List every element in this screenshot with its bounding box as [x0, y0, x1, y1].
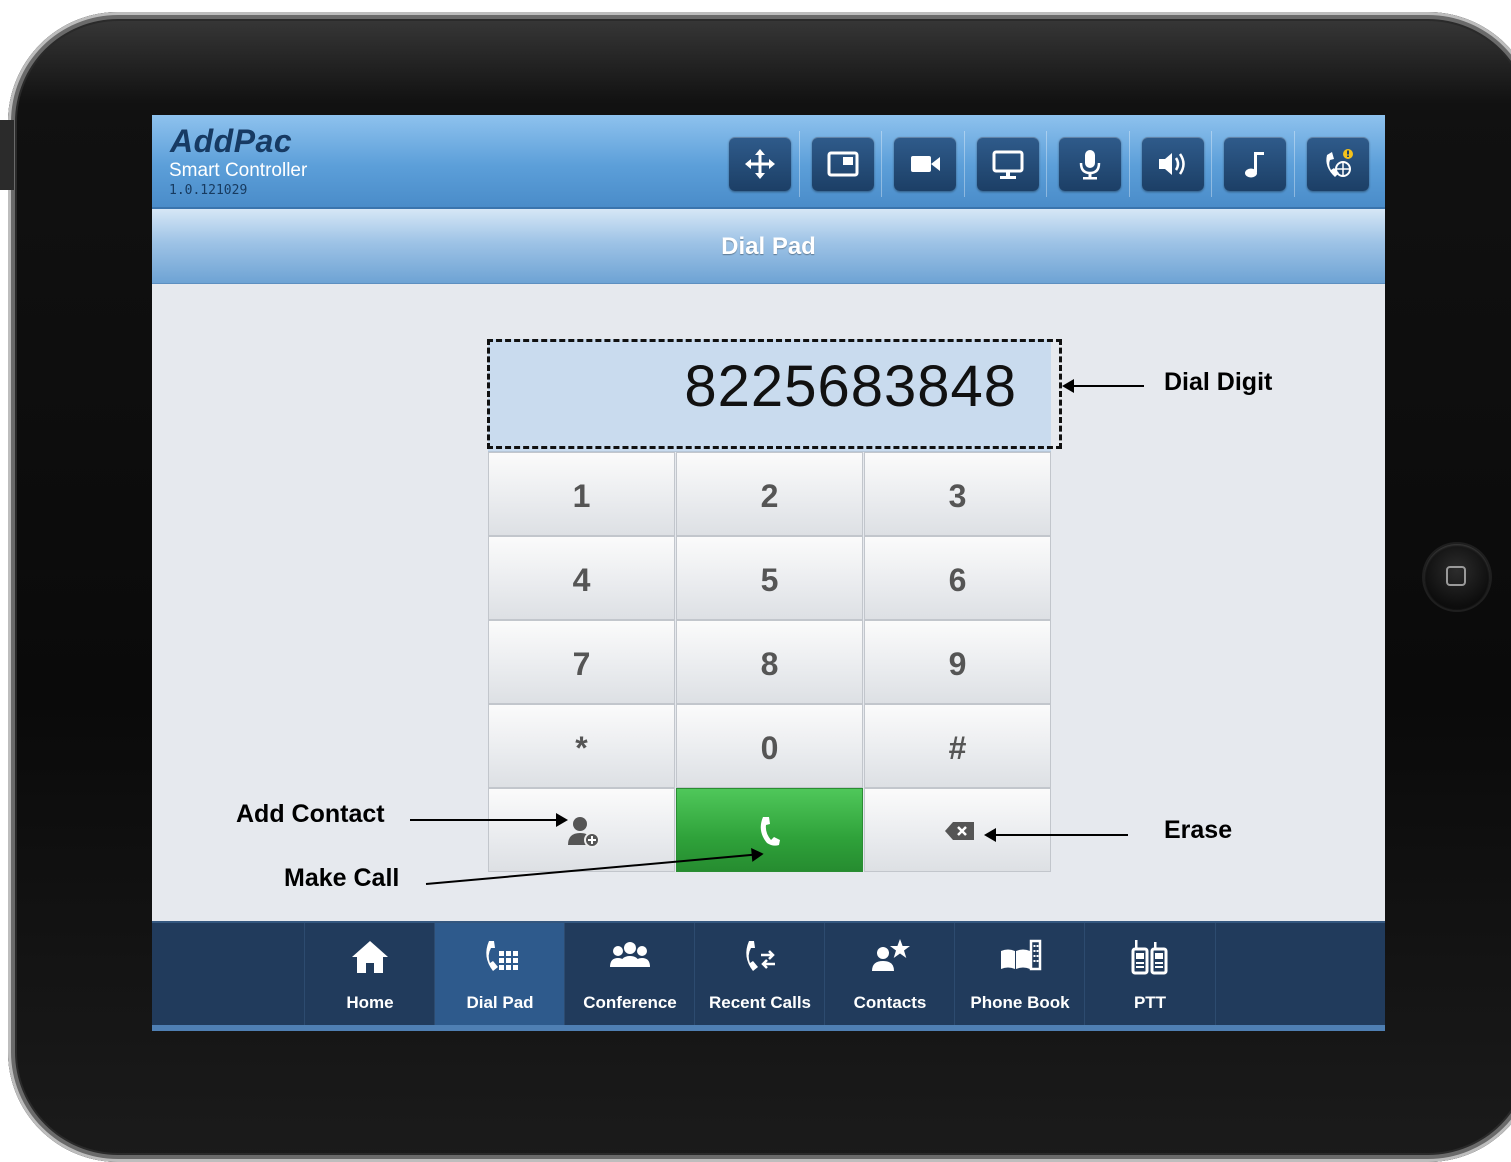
key-star[interactable]: * [488, 704, 675, 788]
phone-globe-alert-icon [1325, 149, 1353, 177]
tab-phone-book[interactable]: Phone Book [954, 923, 1085, 1027]
brand-logo: AddPac [170, 123, 293, 159]
recent-calls-icon [746, 941, 775, 971]
volume-button[interactable] [1141, 137, 1204, 191]
phone-handset-icon [760, 817, 780, 846]
tab-label: PTT [1133, 993, 1167, 1012]
key-9[interactable]: 9 [864, 620, 1051, 704]
backspace-icon [945, 822, 974, 840]
tab-ptt[interactable]: PTT [1084, 923, 1216, 1027]
key-2[interactable]: 2 [676, 452, 863, 536]
home-square-icon [1446, 566, 1466, 586]
key-label: 7 [572, 646, 591, 682]
bottom-edge-strip [152, 1025, 1385, 1031]
key-7[interactable]: 7 [488, 620, 675, 704]
version-number: 1.0.121029 [169, 183, 248, 198]
key-label: 8 [760, 646, 779, 682]
key-label: 1 [572, 478, 591, 514]
microphone-button[interactable] [1059, 137, 1121, 191]
move-arrows-icon [745, 149, 775, 179]
tab-conference[interactable]: Conference [564, 923, 695, 1027]
key-label: 6 [948, 562, 967, 598]
tab-label: Conference [583, 993, 677, 1012]
music-button[interactable] [1224, 137, 1286, 191]
network-call-button[interactable] [1306, 137, 1369, 191]
app-screen: AddPac Smart Controller 1.0.121029 Dial … [152, 115, 1385, 1031]
phone-book-icon [1001, 939, 1042, 971]
video-button[interactable] [894, 137, 956, 191]
tab-recent-calls[interactable]: Recent Calls [694, 923, 825, 1027]
pip-button[interactable] [811, 137, 874, 191]
tab-label: Dial Pad [466, 993, 534, 1012]
key-label: 3 [948, 478, 967, 514]
video-camera-icon [911, 156, 940, 172]
walkie-talkie-icon [1131, 940, 1168, 975]
key-hash[interactable]: # [864, 704, 1051, 788]
key-label: 9 [948, 646, 967, 682]
erase-button[interactable] [864, 788, 1051, 872]
annotation-erase: Erase [1164, 816, 1233, 844]
tab-dial-pad[interactable]: Dial Pad [434, 923, 565, 1027]
home-icon [352, 941, 388, 973]
key-1[interactable]: 1 [488, 452, 675, 536]
dial-digit-highlight-frame [487, 339, 1062, 449]
pip-window-icon [827, 151, 858, 177]
tab-label: Contacts [853, 993, 927, 1012]
toolbar [717, 131, 1376, 197]
tablet-home-button[interactable] [1424, 544, 1490, 610]
tab-label: Phone Book [970, 993, 1070, 1012]
top-bar: AddPac Smart Controller 1.0.121029 [152, 115, 1385, 209]
key-label: 5 [760, 562, 779, 598]
move-button[interactable] [729, 137, 791, 191]
microphone-icon [1079, 150, 1101, 180]
monitor-button[interactable] [976, 137, 1039, 191]
product-name: Smart Controller [169, 160, 308, 181]
key-label: # [948, 730, 967, 766]
dialpad-phone-icon [486, 941, 518, 971]
key-6[interactable]: 6 [864, 536, 1051, 620]
tab-contacts[interactable]: Contacts [824, 923, 955, 1027]
page-title: Dial Pad [721, 233, 816, 260]
conference-people-icon [610, 942, 650, 967]
key-3[interactable]: 3 [864, 452, 1051, 536]
music-note-icon [1245, 152, 1264, 178]
annotation-make-call: Make Call [284, 864, 400, 892]
speaker-volume-icon [1158, 153, 1185, 175]
annotation-dial-digit: Dial Digit [1164, 368, 1273, 396]
key-0[interactable]: 0 [676, 704, 863, 788]
key-label: * [575, 730, 588, 766]
tab-label: Recent Calls [708, 993, 812, 1012]
key-label: 2 [760, 478, 779, 514]
key-8[interactable]: 8 [676, 620, 863, 704]
key-4[interactable]: 4 [488, 536, 675, 620]
page-title-bar: Dial Pad [152, 209, 1385, 284]
annotation-add-contact: Add Contact [236, 800, 385, 828]
add-contact-icon [568, 817, 600, 848]
monitor-icon [992, 150, 1023, 179]
key-label: 4 [572, 562, 591, 598]
key-5[interactable]: 5 [676, 536, 863, 620]
add-contact-button[interactable] [488, 788, 675, 872]
annotation-arrow-add-contact [410, 813, 568, 827]
tablet-side-button [0, 120, 14, 190]
tab-label: Home [346, 993, 394, 1012]
annotation-arrow-erase [984, 828, 1128, 842]
key-label: 0 [760, 730, 779, 766]
bottom-nav-bar: Home Dial Pad Conference Recent Calls Co… [152, 921, 1385, 1027]
tab-home[interactable]: Home [304, 923, 435, 1027]
annotation-arrow-dial-digit [1062, 379, 1144, 393]
contacts-star-icon [872, 939, 910, 971]
